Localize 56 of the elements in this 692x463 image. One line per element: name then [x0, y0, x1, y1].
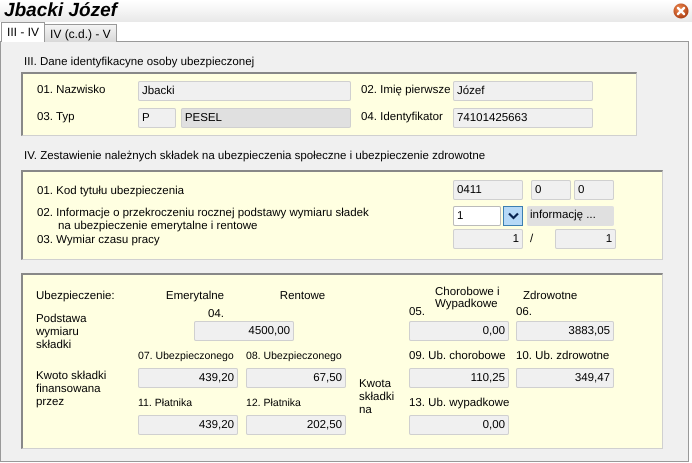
- field-label: 09. Ub. chorobowe: [409, 348, 506, 364]
- text-field[interactable]: 110,25: [409, 368, 509, 388]
- text-field[interactable]: 1: [453, 229, 523, 250]
- field-label: 03. Wymiar czasu pracy: [37, 233, 161, 248]
- text-field[interactable]: 0,00: [409, 415, 509, 435]
- row-label: Ubezpieczenie:: [36, 289, 116, 304]
- field-label: 04. Identyfikator: [361, 110, 444, 126]
- field-label: 01. Kod tytułu ubezpieczenia: [37, 184, 186, 199]
- field-label: 02. Informacje o przekroczeniu rocznej podstawy wymiaru sładek na ubezpieczenie emerytalne i rentowe: [37, 206, 370, 234]
- field-label: 07. Ubezpieczonego: [138, 348, 234, 364]
- combo-field[interactable]: 1: [453, 206, 501, 226]
- text-field[interactable]: Jbacki: [138, 81, 351, 101]
- text-field[interactable]: 0,00: [409, 321, 509, 341]
- row-label: Podstawa wymiaru składki: [36, 313, 88, 352]
- field-label: 12. Płatnika: [246, 396, 301, 411]
- text-field[interactable]: 67,50: [246, 368, 346, 388]
- field-label: 01. Nazwisko: [37, 83, 106, 98]
- text-field[interactable]: 4500,00: [194, 321, 294, 341]
- field-label: 04.: [207, 307, 225, 322]
- tab[interactable]: IV (c.d.) - V: [44, 24, 117, 42]
- field-label: 13. Ub. wypadkowe: [409, 396, 510, 411]
- text-field[interactable]: 0: [531, 180, 571, 200]
- field-label: 03. Typ: [37, 110, 76, 126]
- field-label: 02. Imię pierwsze: [361, 83, 452, 98]
- text-field[interactable]: 3883,05: [516, 321, 614, 341]
- row-label: Kwoto składki finansowana przez: [36, 370, 108, 409]
- row-label: Kwota składki na: [359, 378, 396, 417]
- window-title: Jbacki Józef: [4, 1, 117, 21]
- close-icon[interactable]: [673, 3, 689, 19]
- column-header: Rentowe: [278, 289, 326, 304]
- field-label: 06.: [516, 304, 532, 320]
- text-field[interactable]: 1: [555, 229, 616, 250]
- text-field[interactable]: 74101425663: [453, 108, 593, 128]
- text-field[interactable]: 439,20: [138, 368, 238, 388]
- column-header: Chorobowe i Wypadkowe: [435, 286, 501, 312]
- text-field[interactable]: 0411: [453, 180, 523, 200]
- field-label: 08. Ubezpieczonego: [246, 348, 342, 364]
- text-field[interactable]: informację ...: [527, 206, 614, 226]
- text-field[interactable]: P: [138, 108, 176, 128]
- separator-text: /: [530, 232, 534, 247]
- column-header: Zdrowotne: [523, 289, 578, 304]
- section-heading: III. Dane identyfikacyne osoby ubezpieczonej: [23, 55, 256, 70]
- text-field[interactable]: 202,50: [246, 415, 346, 435]
- field-label: 10. Ub. zdrowotne: [516, 348, 610, 364]
- text-field[interactable]: 0: [574, 180, 614, 200]
- field-label: 05.: [409, 304, 425, 320]
- text-field[interactable]: 439,20: [138, 415, 238, 435]
- field-label: 11. Płatnika: [138, 396, 192, 411]
- section-heading: IV. Zestawienie należnych składek na ubezpieczenia społeczne i ubezpieczenie zdrowotne: [23, 149, 486, 164]
- dropdown-button[interactable]: [503, 206, 523, 226]
- text-field[interactable]: PESEL: [180, 108, 351, 128]
- tab[interactable]: III - IV: [1, 22, 46, 42]
- text-field[interactable]: Józef: [453, 81, 593, 101]
- column-header: Emerytalne: [164, 289, 226, 304]
- text-field[interactable]: 349,47: [516, 368, 614, 388]
- chevron-down-icon: [508, 212, 518, 220]
